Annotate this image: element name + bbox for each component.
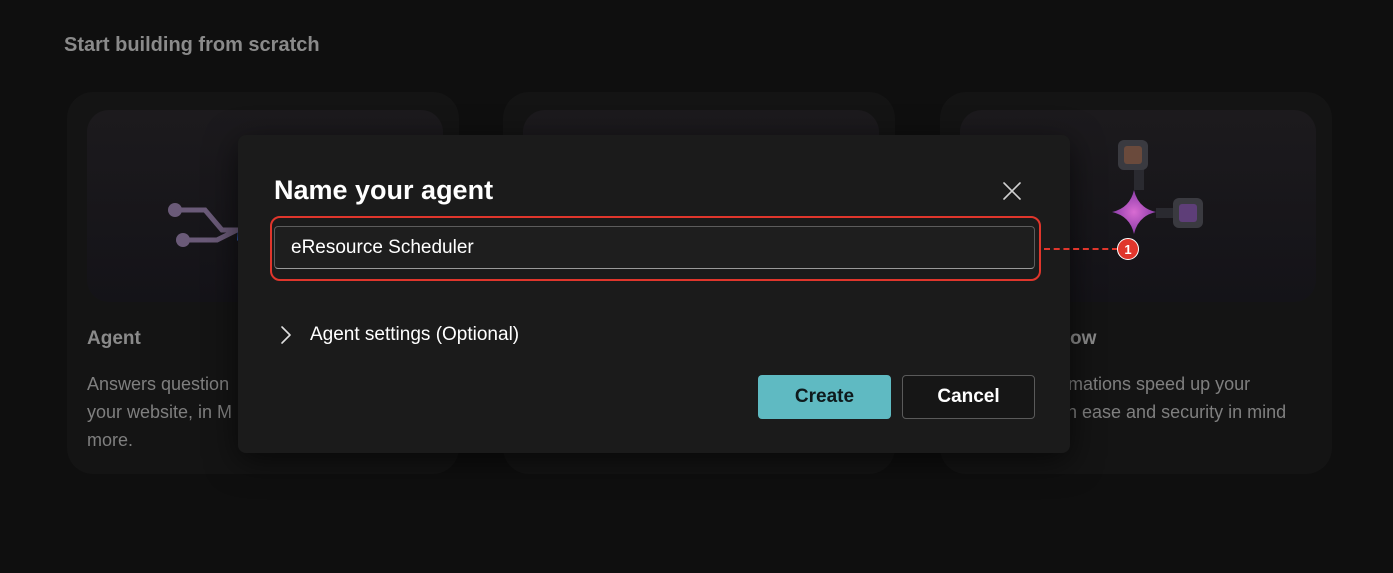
agent-card-title: Agent [87, 328, 141, 349]
close-icon [1003, 182, 1021, 200]
name-agent-dialog: Name your agent Agent settings (Optional… [238, 135, 1070, 453]
close-button[interactable] [1001, 180, 1023, 202]
create-button[interactable]: Create [758, 375, 891, 419]
agent-name-input[interactable] [274, 226, 1035, 269]
flow-card-title: ow [1070, 328, 1097, 349]
dialog-title: Name your agent [274, 175, 494, 205]
flow-card-description: omations speed up your ch ease and secur… [1058, 374, 1287, 422]
agent-settings-toggle[interactable]: Agent settings (Optional) [280, 319, 519, 351]
callout-badge: 1 [1117, 238, 1139, 260]
cancel-button[interactable]: Cancel [902, 375, 1035, 419]
callout-connector [1044, 248, 1118, 250]
chevron-right-icon [281, 326, 291, 344]
section-title: Start building from scratch [64, 34, 320, 56]
agent-settings-label: Agent settings (Optional) [310, 324, 520, 345]
